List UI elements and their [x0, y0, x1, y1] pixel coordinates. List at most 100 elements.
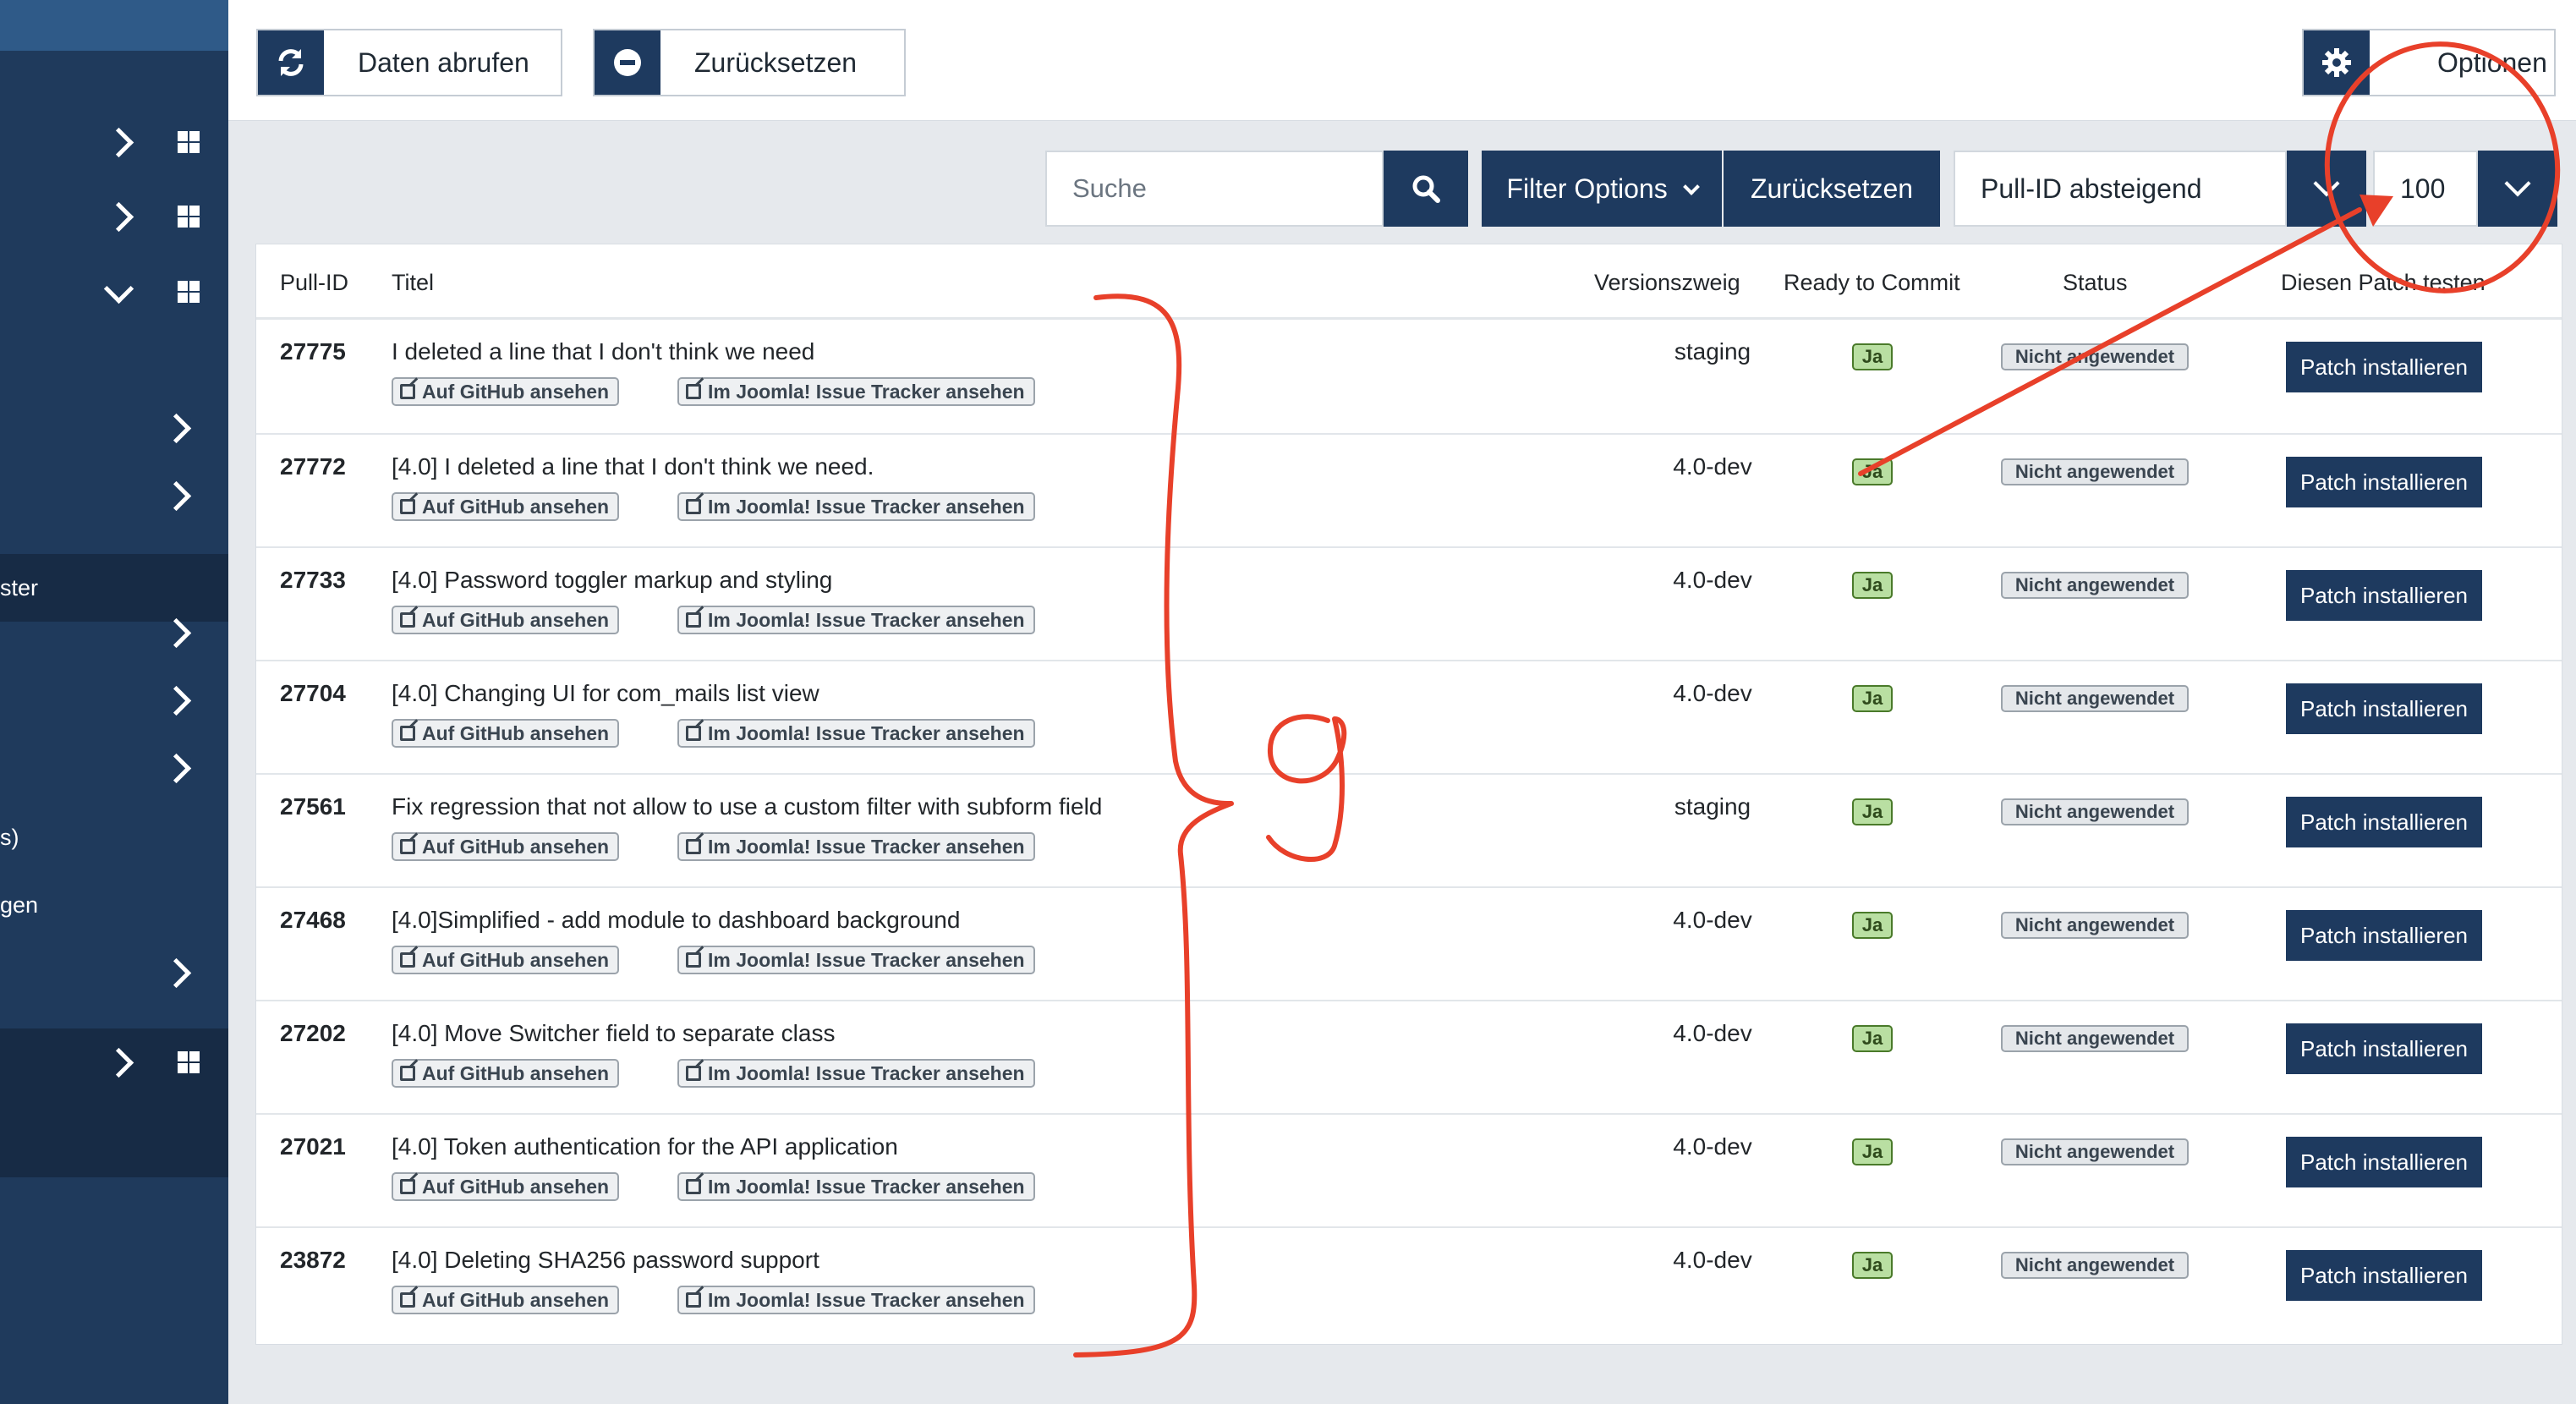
install-patch-button[interactable]: Patch installieren: [2286, 342, 2482, 392]
reset-label: Zurücksetzen: [694, 47, 858, 78]
status-badge: Nicht angewendet: [2001, 458, 2189, 485]
sidebar-item[interactable]: [0, 666, 228, 734]
limit-select[interactable]: 100: [2373, 151, 2478, 227]
install-patch-button[interactable]: Patch installieren: [2286, 1250, 2482, 1301]
version-branch: 4.0-dev: [1673, 453, 1752, 480]
pull-title[interactable]: [4.0] Token authentication for the API a…: [392, 1133, 898, 1160]
issue-tracker-link[interactable]: Im Joomla! Issue Tracker ansehen: [677, 832, 1035, 861]
issue-tracker-link[interactable]: Im Joomla! Issue Tracker ansehen: [677, 492, 1035, 521]
sidebar-item[interactable]: [0, 108, 228, 176]
issue-tracker-link[interactable]: Im Joomla! Issue Tracker ansehen: [677, 719, 1035, 748]
external-link-icon: [400, 1179, 415, 1194]
version-branch: staging: [1674, 338, 1751, 365]
limit-select-toggle[interactable]: [2478, 151, 2557, 227]
sidebar-item[interactable]: s): [0, 803, 228, 871]
pull-title[interactable]: [4.0] Deleting SHA256 password support: [392, 1247, 819, 1274]
pull-title[interactable]: [4.0] Move Switcher field to separate cl…: [392, 1020, 835, 1047]
github-link[interactable]: Auf GitHub ansehen: [392, 1286, 620, 1314]
search-button[interactable]: [1384, 151, 1468, 227]
pull-title[interactable]: Fix regression that not allow to use a c…: [392, 793, 1102, 820]
version-branch: 4.0-dev: [1673, 680, 1752, 706]
ready-to-commit-badge: Ja: [1852, 685, 1893, 712]
sidebar-item[interactable]: [0, 258, 228, 326]
dashboard-grid-icon[interactable]: [178, 206, 200, 228]
pull-requests-table: Pull-ID Titel Versionszweig Ready to Com…: [255, 244, 2562, 1345]
search-input[interactable]: Suche: [1045, 151, 1384, 227]
table-row: 27733 [4.0] Password toggler markup and s…: [256, 546, 2562, 661]
sort-select-toggle[interactable]: [2287, 151, 2366, 227]
ready-to-commit-badge: Ja: [1852, 912, 1893, 939]
install-patch-button[interactable]: Patch installieren: [2286, 1137, 2482, 1187]
issue-tracker-link[interactable]: Im Joomla! Issue Tracker ansehen: [677, 1059, 1035, 1088]
github-link[interactable]: Auf GitHub ansehen: [392, 832, 620, 861]
external-link-icon: [686, 952, 701, 968]
fetch-data-button[interactable]: Daten abrufen: [256, 29, 562, 96]
sidebar-item[interactable]: [0, 939, 228, 1006]
options-button[interactable]: Optionen: [2302, 29, 2556, 96]
header-branch[interactable]: Versionszweig: [1594, 270, 1740, 296]
filter-options-button[interactable]: Filter Options: [1482, 151, 1722, 227]
issue-tracker-link[interactable]: Im Joomla! Issue Tracker ansehen: [677, 946, 1035, 974]
ready-to-commit-badge: Ja: [1852, 1138, 1893, 1165]
sort-select[interactable]: Pull-ID absteigend: [1954, 151, 2287, 227]
sidebar-item[interactable]: [0, 462, 228, 529]
external-link-icon: [686, 1066, 701, 1081]
github-link[interactable]: Auf GitHub ansehen: [392, 606, 620, 634]
github-link[interactable]: Auf GitHub ansehen: [392, 492, 620, 521]
pull-title[interactable]: [4.0]Simplified - add module to dashboar…: [392, 907, 960, 934]
dashboard-grid-icon[interactable]: [178, 1051, 200, 1073]
status-badge: Nicht angewendet: [2001, 1138, 2189, 1165]
github-link-label: Auf GitHub ansehen: [422, 609, 610, 631]
pull-title[interactable]: [4.0] Password toggler markup and stylin…: [392, 567, 832, 594]
issue-tracker-link-label: Im Joomla! Issue Tracker ansehen: [708, 722, 1025, 744]
external-link-icon: [686, 612, 701, 628]
sidebar-item[interactable]: [0, 734, 228, 802]
dashboard-grid-icon[interactable]: [178, 131, 200, 153]
chevron-right-icon: [103, 1047, 134, 1078]
github-link[interactable]: Auf GitHub ansehen: [392, 1059, 620, 1088]
issue-tracker-link[interactable]: Im Joomla! Issue Tracker ansehen: [677, 1172, 1035, 1201]
issue-tracker-link-label: Im Joomla! Issue Tracker ansehen: [708, 1289, 1025, 1311]
sidebar-item[interactable]: [0, 394, 228, 462]
sidebar-item[interactable]: gen: [0, 871, 228, 939]
dashboard-grid-icon[interactable]: [178, 281, 200, 303]
header-test-patch: Diesen Patch testen: [2281, 270, 2486, 295]
status-badge: Nicht angewendet: [2001, 343, 2189, 370]
github-link[interactable]: Auf GitHub ansehen: [392, 719, 620, 748]
sidebar-item[interactable]: [0, 599, 228, 666]
github-link-label: Auf GitHub ansehen: [422, 1289, 610, 1311]
header-status: Status: [2063, 270, 2128, 295]
chevron-right-icon: [103, 127, 134, 158]
issue-tracker-link[interactable]: Im Joomla! Issue Tracker ansehen: [677, 377, 1035, 406]
github-link[interactable]: Auf GitHub ansehen: [392, 946, 620, 974]
github-link-label: Auf GitHub ansehen: [422, 722, 610, 744]
sidebar-item-label: gen: [0, 892, 39, 918]
header-title[interactable]: Titel: [392, 270, 434, 296]
install-patch-button[interactable]: Patch installieren: [2286, 910, 2482, 961]
install-patch-button[interactable]: Patch installieren: [2286, 797, 2482, 847]
install-patch-button[interactable]: Patch installieren: [2286, 457, 2482, 507]
pull-title[interactable]: I deleted a line that I don't think we n…: [392, 338, 814, 365]
filter-reset-button[interactable]: Zurücksetzen: [1724, 151, 1940, 227]
sidebar-item[interactable]: [0, 183, 228, 250]
github-link[interactable]: Auf GitHub ansehen: [392, 377, 620, 406]
install-patch-button[interactable]: Patch installieren: [2286, 683, 2482, 734]
external-link-icon: [686, 839, 701, 854]
header-pull-id[interactable]: Pull-ID: [280, 270, 348, 296]
chevron-down-icon: [103, 273, 134, 304]
github-link-label: Auf GitHub ansehen: [422, 496, 610, 518]
issue-tracker-link[interactable]: Im Joomla! Issue Tracker ansehen: [677, 1286, 1035, 1314]
sidebar-item-label: s): [0, 825, 19, 850]
sidebar-item[interactable]: [0, 1028, 228, 1101]
install-patch-button[interactable]: Patch installieren: [2286, 570, 2482, 621]
pull-title[interactable]: [4.0] Changing UI for com_mails list vie…: [392, 680, 819, 707]
external-link-icon: [400, 839, 415, 854]
issue-tracker-link-label: Im Joomla! Issue Tracker ansehen: [708, 836, 1025, 858]
table-row: 27775 I deleted a line that I don't think…: [256, 320, 2562, 433]
pull-title[interactable]: [4.0] I deleted a line that I don't thin…: [392, 453, 874, 480]
reset-button[interactable]: Zurücksetzen: [593, 29, 906, 96]
issue-tracker-link[interactable]: Im Joomla! Issue Tracker ansehen: [677, 606, 1035, 634]
install-patch-button[interactable]: Patch installieren: [2286, 1023, 2482, 1074]
pull-id: 27775: [280, 338, 346, 365]
github-link[interactable]: Auf GitHub ansehen: [392, 1172, 620, 1201]
